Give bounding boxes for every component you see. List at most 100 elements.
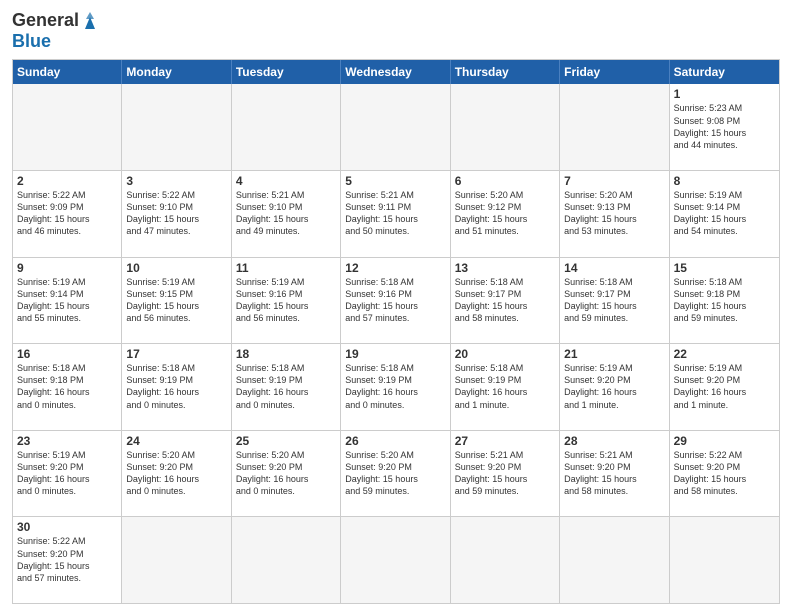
cell-info: Sunrise: 5:19 AM Sunset: 9:15 PM Dayligh… — [126, 276, 226, 325]
calendar-cell: 14Sunrise: 5:18 AM Sunset: 9:17 PM Dayli… — [560, 258, 669, 344]
calendar-cell: 28Sunrise: 5:21 AM Sunset: 9:20 PM Dayli… — [560, 431, 669, 517]
calendar-cell: 27Sunrise: 5:21 AM Sunset: 9:20 PM Dayli… — [451, 431, 560, 517]
cell-info: Sunrise: 5:23 AM Sunset: 9:08 PM Dayligh… — [674, 102, 775, 151]
day-number: 19 — [345, 347, 445, 361]
calendar-cell: 22Sunrise: 5:19 AM Sunset: 9:20 PM Dayli… — [670, 344, 779, 430]
logo: General Blue — [12, 10, 99, 51]
day-number: 28 — [564, 434, 664, 448]
cell-info: Sunrise: 5:18 AM Sunset: 9:19 PM Dayligh… — [236, 362, 336, 411]
cell-info: Sunrise: 5:19 AM Sunset: 9:14 PM Dayligh… — [17, 276, 117, 325]
cell-info: Sunrise: 5:21 AM Sunset: 9:20 PM Dayligh… — [564, 449, 664, 498]
calendar-cell: 10Sunrise: 5:19 AM Sunset: 9:15 PM Dayli… — [122, 258, 231, 344]
calendar-cell — [232, 84, 341, 170]
day-number: 21 — [564, 347, 664, 361]
page: General Blue SundayMondayTuesdayWednesda… — [0, 0, 792, 612]
day-number: 26 — [345, 434, 445, 448]
day-header-saturday: Saturday — [670, 60, 779, 84]
day-number: 18 — [236, 347, 336, 361]
calendar-cell — [560, 517, 669, 603]
day-number: 10 — [126, 261, 226, 275]
cell-info: Sunrise: 5:19 AM Sunset: 9:20 PM Dayligh… — [674, 362, 775, 411]
calendar-cell — [122, 517, 231, 603]
day-number: 24 — [126, 434, 226, 448]
cell-info: Sunrise: 5:19 AM Sunset: 9:20 PM Dayligh… — [17, 449, 117, 498]
calendar-cell: 24Sunrise: 5:20 AM Sunset: 9:20 PM Dayli… — [122, 431, 231, 517]
calendar-row: 16Sunrise: 5:18 AM Sunset: 9:18 PM Dayli… — [13, 344, 779, 431]
calendar: SundayMondayTuesdayWednesdayThursdayFrid… — [12, 59, 780, 604]
day-number: 9 — [17, 261, 117, 275]
calendar-cell: 9Sunrise: 5:19 AM Sunset: 9:14 PM Daylig… — [13, 258, 122, 344]
calendar-cell: 8Sunrise: 5:19 AM Sunset: 9:14 PM Daylig… — [670, 171, 779, 257]
calendar-cell — [341, 517, 450, 603]
day-header-tuesday: Tuesday — [232, 60, 341, 84]
calendar-cell: 30Sunrise: 5:22 AM Sunset: 9:20 PM Dayli… — [13, 517, 122, 603]
cell-info: Sunrise: 5:18 AM Sunset: 9:18 PM Dayligh… — [674, 276, 775, 325]
calendar-cell: 19Sunrise: 5:18 AM Sunset: 9:19 PM Dayli… — [341, 344, 450, 430]
cell-info: Sunrise: 5:18 AM Sunset: 9:19 PM Dayligh… — [345, 362, 445, 411]
logo-triangle-icon — [81, 11, 99, 29]
cell-info: Sunrise: 5:22 AM Sunset: 9:20 PM Dayligh… — [674, 449, 775, 498]
cell-info: Sunrise: 5:21 AM Sunset: 9:20 PM Dayligh… — [455, 449, 555, 498]
day-number: 3 — [126, 174, 226, 188]
calendar-cell: 26Sunrise: 5:20 AM Sunset: 9:20 PM Dayli… — [341, 431, 450, 517]
calendar-cell: 12Sunrise: 5:18 AM Sunset: 9:16 PM Dayli… — [341, 258, 450, 344]
day-header-sunday: Sunday — [13, 60, 122, 84]
calendar-cell: 23Sunrise: 5:19 AM Sunset: 9:20 PM Dayli… — [13, 431, 122, 517]
cell-info: Sunrise: 5:20 AM Sunset: 9:20 PM Dayligh… — [236, 449, 336, 498]
cell-info: Sunrise: 5:18 AM Sunset: 9:17 PM Dayligh… — [564, 276, 664, 325]
cell-info: Sunrise: 5:22 AM Sunset: 9:20 PM Dayligh… — [17, 535, 117, 584]
day-number: 14 — [564, 261, 664, 275]
calendar-cell: 5Sunrise: 5:21 AM Sunset: 9:11 PM Daylig… — [341, 171, 450, 257]
calendar-cell: 7Sunrise: 5:20 AM Sunset: 9:13 PM Daylig… — [560, 171, 669, 257]
day-number: 1 — [674, 87, 775, 101]
day-number: 25 — [236, 434, 336, 448]
calendar-cell: 20Sunrise: 5:18 AM Sunset: 9:19 PM Dayli… — [451, 344, 560, 430]
calendar-cell: 25Sunrise: 5:20 AM Sunset: 9:20 PM Dayli… — [232, 431, 341, 517]
day-number: 12 — [345, 261, 445, 275]
calendar-cell: 17Sunrise: 5:18 AM Sunset: 9:19 PM Dayli… — [122, 344, 231, 430]
calendar-cell: 15Sunrise: 5:18 AM Sunset: 9:18 PM Dayli… — [670, 258, 779, 344]
calendar-header: SundayMondayTuesdayWednesdayThursdayFrid… — [13, 60, 779, 84]
calendar-cell: 18Sunrise: 5:18 AM Sunset: 9:19 PM Dayli… — [232, 344, 341, 430]
cell-info: Sunrise: 5:20 AM Sunset: 9:20 PM Dayligh… — [126, 449, 226, 498]
cell-info: Sunrise: 5:22 AM Sunset: 9:10 PM Dayligh… — [126, 189, 226, 238]
calendar-row: 1Sunrise: 5:23 AM Sunset: 9:08 PM Daylig… — [13, 84, 779, 171]
day-number: 22 — [674, 347, 775, 361]
calendar-cell — [670, 517, 779, 603]
calendar-body: 1Sunrise: 5:23 AM Sunset: 9:08 PM Daylig… — [13, 84, 779, 603]
day-number: 7 — [564, 174, 664, 188]
day-header-wednesday: Wednesday — [341, 60, 450, 84]
calendar-cell — [232, 517, 341, 603]
calendar-cell: 2Sunrise: 5:22 AM Sunset: 9:09 PM Daylig… — [13, 171, 122, 257]
calendar-row: 23Sunrise: 5:19 AM Sunset: 9:20 PM Dayli… — [13, 431, 779, 518]
day-number: 5 — [345, 174, 445, 188]
calendar-cell — [341, 84, 450, 170]
day-number: 6 — [455, 174, 555, 188]
cell-info: Sunrise: 5:19 AM Sunset: 9:16 PM Dayligh… — [236, 276, 336, 325]
calendar-cell: 21Sunrise: 5:19 AM Sunset: 9:20 PM Dayli… — [560, 344, 669, 430]
day-number: 4 — [236, 174, 336, 188]
day-number: 30 — [17, 520, 117, 534]
cell-info: Sunrise: 5:18 AM Sunset: 9:19 PM Dayligh… — [455, 362, 555, 411]
day-number: 13 — [455, 261, 555, 275]
header: General Blue — [12, 10, 780, 51]
day-number: 29 — [674, 434, 775, 448]
calendar-cell — [13, 84, 122, 170]
day-number: 15 — [674, 261, 775, 275]
day-header-friday: Friday — [560, 60, 669, 84]
day-number: 23 — [17, 434, 117, 448]
calendar-row: 30Sunrise: 5:22 AM Sunset: 9:20 PM Dayli… — [13, 517, 779, 603]
cell-info: Sunrise: 5:18 AM Sunset: 9:19 PM Dayligh… — [126, 362, 226, 411]
cell-info: Sunrise: 5:19 AM Sunset: 9:20 PM Dayligh… — [564, 362, 664, 411]
cell-info: Sunrise: 5:21 AM Sunset: 9:11 PM Dayligh… — [345, 189, 445, 238]
day-number: 17 — [126, 347, 226, 361]
day-number: 11 — [236, 261, 336, 275]
calendar-row: 2Sunrise: 5:22 AM Sunset: 9:09 PM Daylig… — [13, 171, 779, 258]
day-number: 2 — [17, 174, 117, 188]
cell-info: Sunrise: 5:18 AM Sunset: 9:16 PM Dayligh… — [345, 276, 445, 325]
calendar-cell: 6Sunrise: 5:20 AM Sunset: 9:12 PM Daylig… — [451, 171, 560, 257]
cell-info: Sunrise: 5:18 AM Sunset: 9:18 PM Dayligh… — [17, 362, 117, 411]
day-number: 27 — [455, 434, 555, 448]
day-number: 16 — [17, 347, 117, 361]
calendar-cell: 29Sunrise: 5:22 AM Sunset: 9:20 PM Dayli… — [670, 431, 779, 517]
